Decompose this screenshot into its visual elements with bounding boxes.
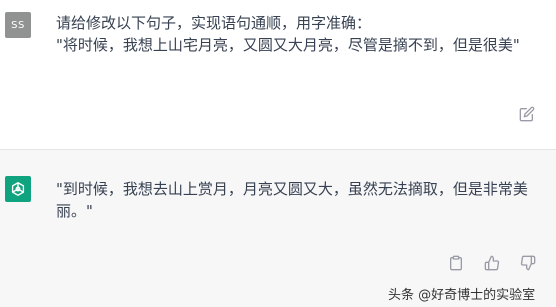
chat-thread: SS 请给修改以下句子，实现语句通顺，用字准确： "将时候，我想上山宅月亮，又圆…: [0, 0, 556, 307]
assistant-message-row: "到时候，我想去山上赏月，月亮又圆又大，虽然无法摘取，但是非常美丽。" 头条 @…: [0, 150, 556, 307]
user-avatar: SS: [5, 12, 31, 38]
thumbs-down-icon: [520, 255, 536, 271]
edit-icon: [519, 106, 535, 122]
thumbs-up-icon: [484, 255, 500, 271]
openai-logo-icon: [8, 179, 28, 199]
edit-button[interactable]: [518, 105, 536, 123]
user-message-row: SS 请给修改以下句子，实现语句通顺，用字准确： "将时候，我想上山宅月亮，又圆…: [0, 0, 556, 150]
copy-button[interactable]: [447, 254, 465, 272]
assistant-message-text: "到时候，我想去山上赏月，月亮又圆又大，虽然无法摘取，但是非常美丽。": [56, 180, 528, 220]
watermark-text: 头条 @好奇博士的实验室: [388, 288, 536, 303]
thumbs-down-button[interactable]: [519, 254, 537, 272]
user-message-text: 请给修改以下句子，实现语句通顺，用字准确： "将时候，我想上山宅月亮，又圆又大月…: [56, 14, 520, 54]
thumbs-up-button[interactable]: [483, 254, 501, 272]
user-avatar-initials: SS: [11, 19, 25, 31]
assistant-avatar: [5, 176, 31, 202]
copy-icon: [448, 255, 464, 271]
